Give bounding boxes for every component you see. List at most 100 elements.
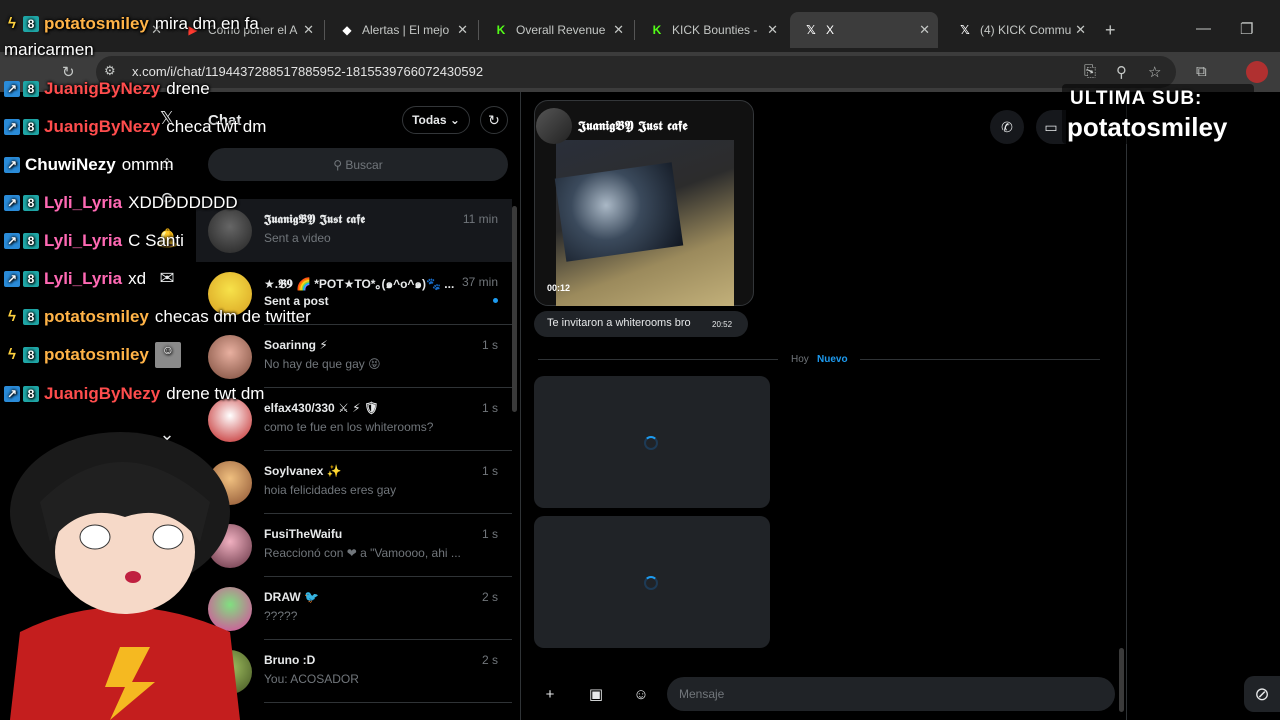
close-icon[interactable]: ✕ [1075,22,1086,38]
add-attachment-button[interactable]: + [536,680,564,708]
conversation-time: 1 s [481,338,498,352]
sub-badge-icon: 8 [23,233,39,249]
tab-title: KICK Bounties - [672,23,758,37]
chat-message: checa twt dm [166,117,267,136]
zoom-icon[interactable]: ⚲ [1116,63,1127,81]
conversation-name: Soarinng ⚡ [264,338,328,352]
grok-button[interactable]: ⊘ [1244,676,1280,712]
conversation-name: DRAW 🐦 [264,590,319,604]
chat-message: checas dm de twitter [154,307,311,326]
close-icon[interactable]: ✕ [613,22,624,38]
filter-dropdown[interactable]: Todas ⌄ [402,106,470,134]
stream-chat-line: ϟ 8 potatosmiley mira dm en fa [4,9,259,39]
conversation-preview: Sent a video [264,231,331,245]
divider [860,359,1100,360]
extensions-icon[interactable]: ⧉ [1196,63,1207,80]
message-placeholder: Mensaje [679,687,725,701]
conversation-preview: hoia felicidades eres gay [264,483,397,497]
divider [538,359,778,360]
close-icon[interactable]: ✕ [767,22,778,38]
sender-name: 𝕵𝖚𝖆𝖓𝖎𝖌𝕭𝖄 𝕵𝖚𝖘𝖙 𝖈𝖆𝖋𝖊 [578,119,688,134]
refresh-button[interactable]: ↻ [480,106,508,134]
chat-list-scrollbar[interactable] [512,206,517,412]
chat-username: potatosmiley [44,307,149,326]
conversation-name: FusiTheWaifu [264,527,343,541]
alert-icon: ◆ [342,23,352,37]
gif-button[interactable]: ▣ [582,680,610,708]
day-label: Hoy [791,354,809,365]
close-icon[interactable]: ✕ [457,22,468,38]
phone-icon: ✆ [1001,118,1013,135]
last-sub-name: potatosmiley [1067,112,1228,142]
chat-message: drene twt dm [166,384,265,403]
message-input[interactable]: Mensaje [667,677,1115,711]
loading-media-card [534,516,770,648]
verified-badge-icon: ↗ [4,157,20,173]
search-input[interactable]: ⚲ Buscar [208,148,508,181]
conversation-name: ★.𝕭𝟗 🌈 *POT★TO*｡(๑^o^๑)🐾 ... [264,277,455,291]
loading-spinner-icon [644,436,658,450]
stream-chat-line: ↗ ChuwiNezy ommm [4,150,174,180]
sub-badge-icon: 8 [23,271,39,287]
minimize-icon[interactable]: — [1196,20,1211,37]
verified-badge-icon: ↗ [4,195,20,211]
close-icon[interactable]: ✕ [919,22,930,38]
conversation-time: 2 s [481,590,498,604]
chat-username: Lyli_Lyria [44,193,123,212]
loading-media-card [534,376,770,508]
message-time: 20:52 [712,320,733,329]
tab-4[interactable]: K KICK Bounties - ✕ [636,12,786,48]
conversation-time: 1 s [481,464,498,478]
chat-username: JuanigByNezy [44,79,161,98]
install-icon[interactable]: ⎘ [1084,63,1096,80]
conversation-name: elfax430/330 ⚔ ⚡ 🛡 [264,401,380,415]
sub-badge-icon: 8 [23,386,39,402]
filter-label: Todas [412,113,447,127]
sub-badge-icon: 8 [23,347,39,363]
vtuber-mouth [125,571,141,583]
messages-icon[interactable]: ✉ [156,268,178,290]
new-tab-icon[interactable]: + [1105,20,1116,41]
search-icon: ⚲ [333,157,346,172]
emoji-button[interactable]: ☺ [627,680,655,708]
refresh-icon: ↻ [488,111,500,128]
stream-chat-line: ↗ 8 Lyli_Lyria XDDDDDDDD [4,188,238,218]
conversation-preview: ????? [264,609,298,623]
unread-dot [493,298,498,303]
vtuber-left-eye [79,524,111,550]
call-button[interactable]: ✆ [990,110,1024,144]
video-duration: 00:12 [547,283,571,293]
close-icon[interactable]: ✕ [303,22,314,38]
stream-chat-line: ↗ 8 JuanigByNezy drene twt dm [4,379,264,409]
stream-chat-line: ↗ 8 Lyli_Lyria C Santi [4,226,184,256]
chat-username: Lyli_Lyria [44,269,123,288]
tab-5[interactable]: 𝕏 X ✕ [790,12,938,48]
restore-icon[interactable]: ❐ [1240,20,1253,38]
verified-badge-icon: ↗ [4,271,20,287]
chat-message: mira dm en fa [154,14,259,33]
verified-badge-icon: ↗ [4,233,20,249]
conversation-item[interactable]: 𝕵𝖚𝖆𝖓𝖎𝖌𝕭𝖄 𝕵𝖚𝖘𝖙 𝖈𝖆𝖋𝖊 11 min Sent a video [196,199,512,262]
chat-message: ommm [121,155,174,174]
chat-message: xd [128,269,147,288]
bookmark-star-icon[interactable]: ☆ [1148,63,1161,81]
tab-6[interactable]: 𝕏 (4) KICK Commu ✕ [944,12,1094,48]
tab-3[interactable]: K Overall Revenue ✕ [480,12,632,48]
tab-title: Alertas | El mejo [362,23,450,37]
loading-spinner-icon [644,576,658,590]
tab-2[interactable]: ◆ Alertas | El mejo ✕ [326,12,476,48]
x-icon: 𝕏 [960,23,970,37]
last-sub-label: ULTIMA SUB: [1070,88,1203,109]
conversation-name: Soylvanex ✨ [264,464,342,478]
bolt-badge-icon: ϟ [8,346,16,363]
verified-badge-icon: ↗ [4,81,20,97]
stream-chat-line: ϟ 8 potatosmiley ☺ [4,340,184,370]
conversation-preview: No hay de que gay 😝 [264,357,381,371]
sub-badge-icon: 8 [23,309,39,325]
emoji-icon: ☺ [633,685,649,703]
chat-message: drene [166,79,210,98]
kick-icon: K [652,23,662,37]
profile-avatar[interactable] [1246,61,1268,83]
thread-scrollbar[interactable] [1119,648,1124,712]
plus-icon: + [545,685,555,703]
